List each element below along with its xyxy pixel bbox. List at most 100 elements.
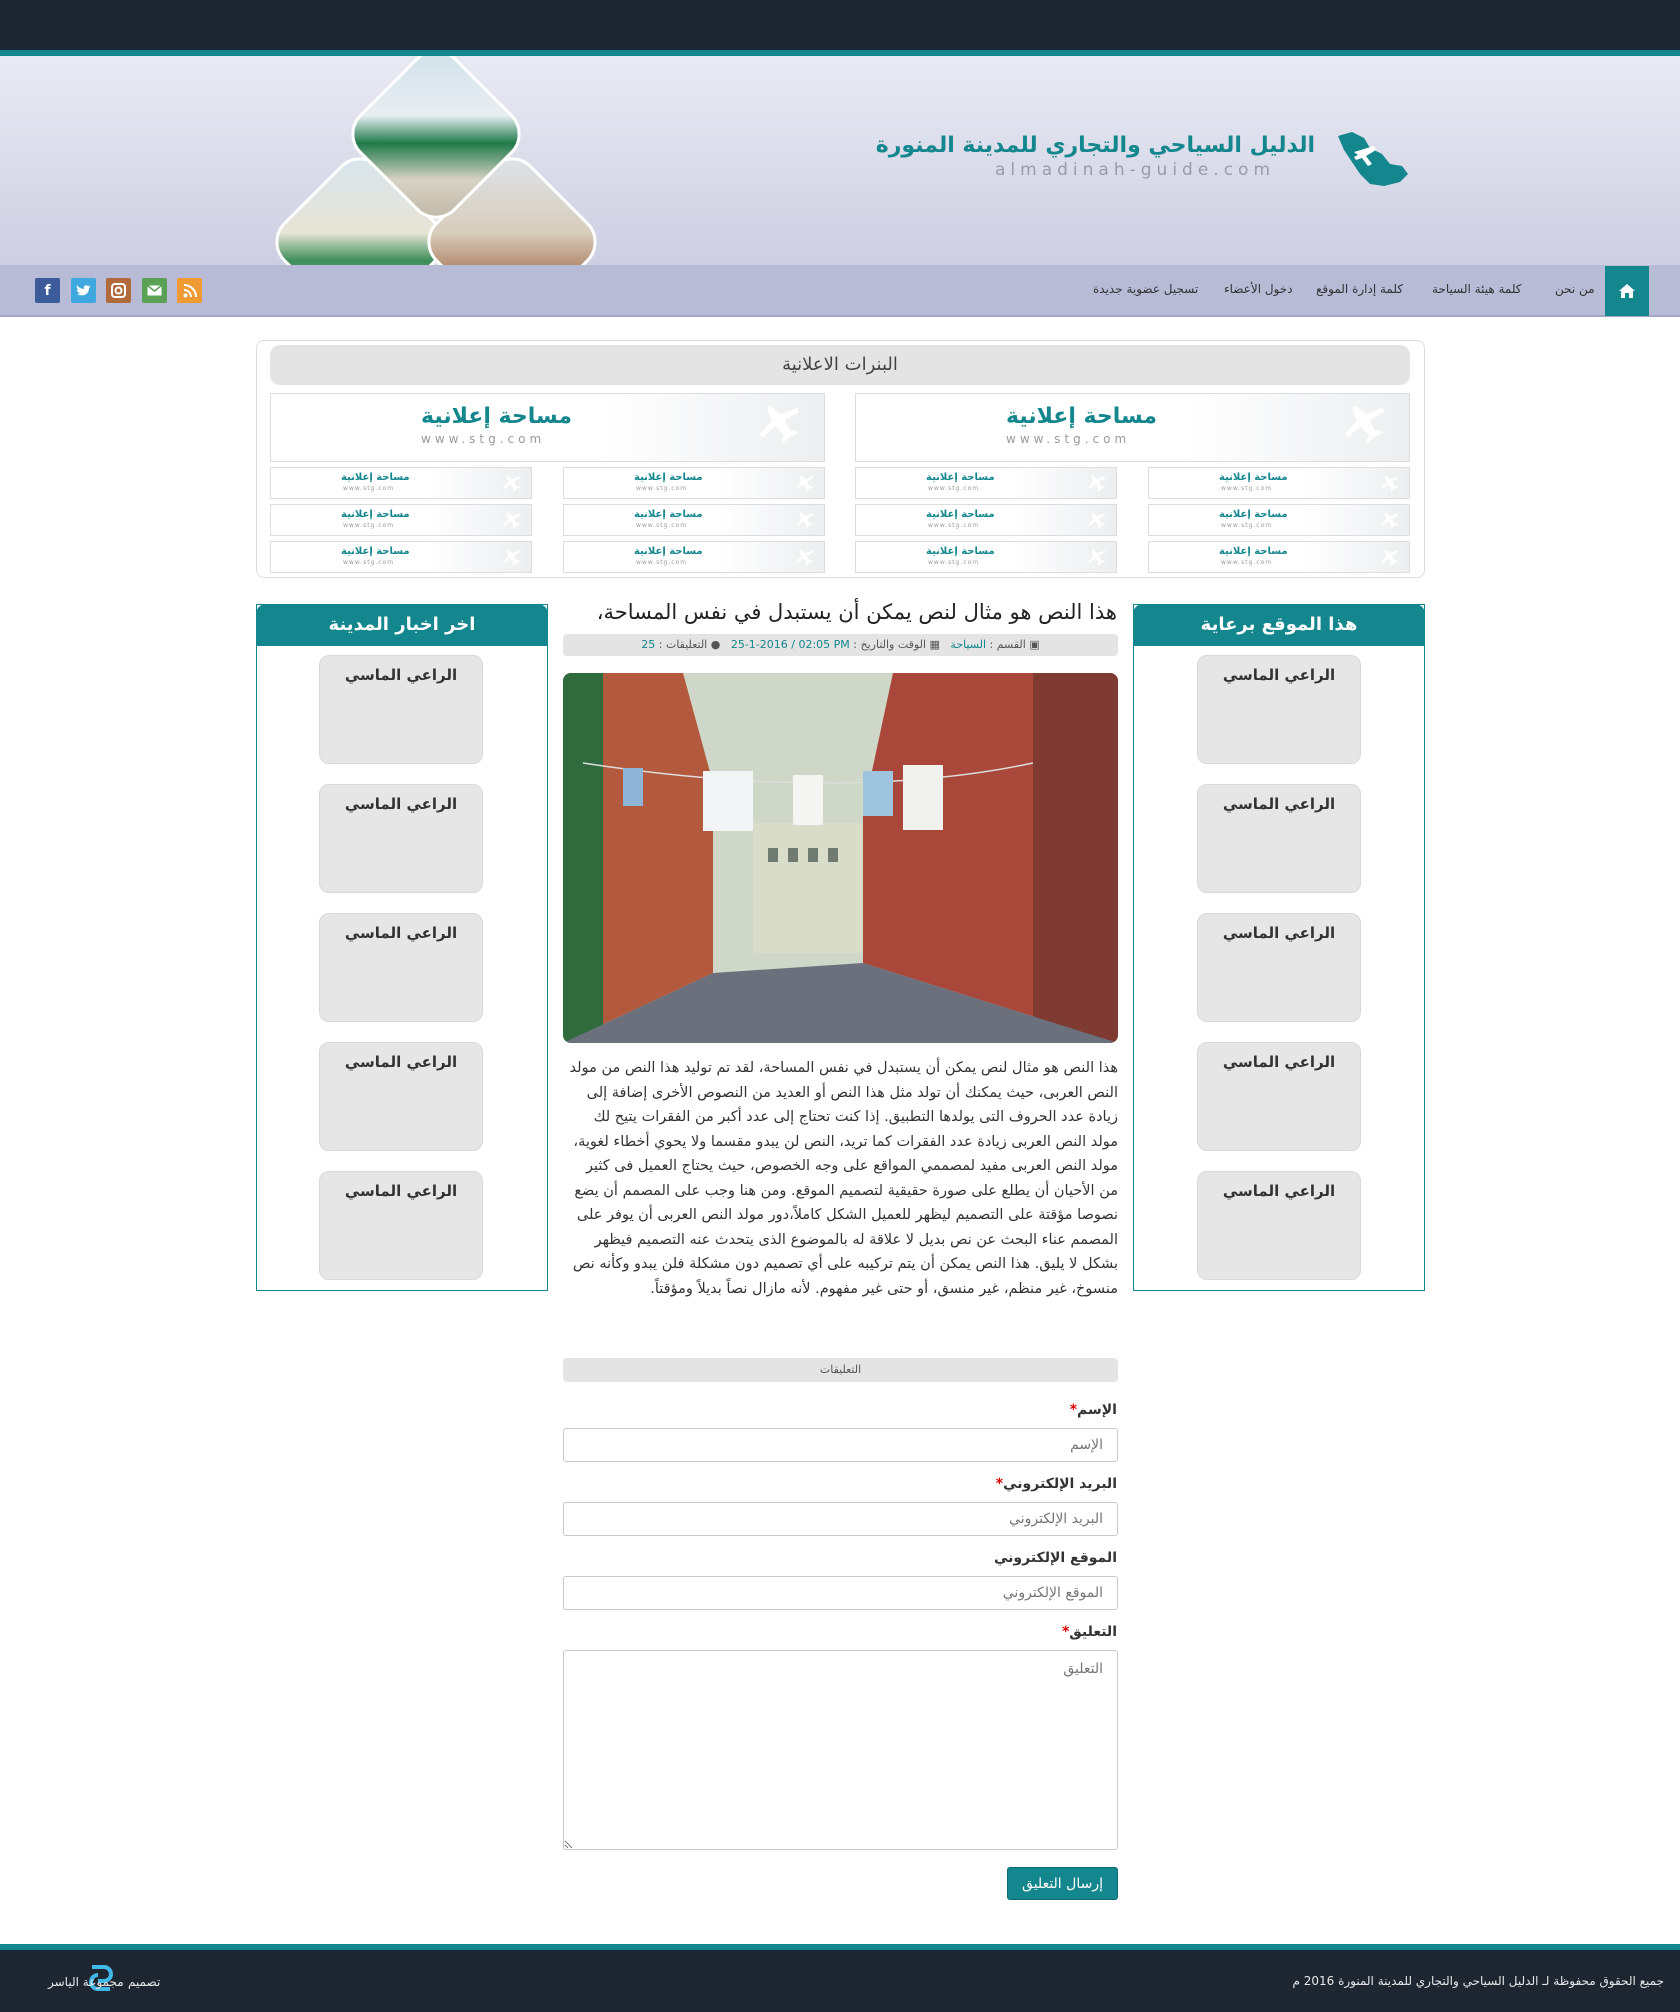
meta-category-value[interactable]: السياحة [950, 638, 986, 651]
ad-label: مساحة إعلانية [634, 472, 703, 483]
nav-home-button[interactable] [1605, 266, 1649, 316]
footer-designer-name[interactable]: مجموعة الياسر [48, 1975, 124, 1989]
sponsor-card[interactable]: الراعي الماسي [1197, 1042, 1361, 1151]
submit-comment-button[interactable]: إرسال التعليق [1007, 1867, 1118, 1900]
ad-banner[interactable]: مساحة إعلانية www.stg.com [270, 393, 825, 462]
sponsor-card-label: الراعي الماسي [1222, 666, 1336, 684]
nav-item-register[interactable]: تسجيل عضوية جديدة [1093, 282, 1198, 296]
plane-icon [796, 512, 814, 529]
sponsor-card-label: الراعي الماسي [1222, 924, 1336, 942]
ad-url: www.stg.com [1006, 432, 1131, 446]
facebook-icon[interactable]: f [35, 278, 60, 303]
nav-item-tourism-authority[interactable]: كلمة هيئة السياحة [1432, 282, 1522, 296]
ad-banner[interactable]: مساحة إعلانية www.stg.com [563, 467, 825, 499]
comments-section-title: التعليقات [563, 1358, 1118, 1382]
home-icon [1619, 284, 1635, 298]
required-mark: * [1069, 1402, 1078, 1418]
plane-icon [1381, 512, 1399, 529]
nav-item-members-login[interactable]: دخول الأعضاء [1224, 282, 1293, 296]
plane-icon [1088, 475, 1106, 492]
ad-banner[interactable]: مساحة إعلانية www.stg.com [855, 393, 1410, 462]
sponsor-card[interactable]: الراعي الماسي [1197, 1171, 1361, 1280]
article-image [563, 673, 1118, 1043]
website-label: الموقع الإلكتروني [994, 1550, 1117, 1566]
footer-design-label: تصميم [128, 1975, 161, 1989]
article-title: هذا النص هو مثال لنص يمكن أن يستبدل في ن… [596, 600, 1117, 624]
ad-banner[interactable]: مساحة إعلانية www.stg.com [1148, 467, 1410, 499]
ad-url: www.stg.com [928, 559, 980, 566]
news-card[interactable]: الراعي الماسي [319, 1171, 483, 1280]
website-input[interactable] [563, 1576, 1118, 1610]
nav-item-about[interactable]: من نحن [1555, 282, 1595, 296]
ad-label: مساحة إعلانية [634, 509, 703, 520]
sponsor-card[interactable]: الراعي الماسي [1197, 784, 1361, 893]
ad-banner[interactable]: مساحة إعلانية www.stg.com [855, 467, 1117, 499]
sponsor-card[interactable]: الراعي الماسي [1197, 655, 1361, 764]
ad-label: مساحة إعلانية [1219, 472, 1288, 483]
ad-url: www.stg.com [1221, 522, 1273, 529]
nav-item-site-admin[interactable]: كلمة إدارة الموقع [1316, 282, 1403, 296]
plane-icon [1381, 549, 1399, 566]
site-title[interactable]: الدليل السياحي والتجاري للمدينة المنورة [876, 133, 1315, 158]
saudi-map-logo-icon[interactable] [1330, 128, 1410, 190]
ad-banner[interactable]: مساحة إعلانية www.stg.com [1148, 504, 1410, 536]
meta-comments-label: التعليقات : [658, 638, 708, 651]
main-nav [0, 265, 1680, 317]
meta-comments-value: 25 [641, 638, 656, 651]
ad-banner[interactable]: مساحة إعلانية www.stg.com [270, 504, 532, 536]
ad-url: www.stg.com [343, 485, 395, 492]
ad-banner[interactable]: مساحة إعلانية www.stg.com [270, 467, 532, 499]
instagram-icon[interactable] [106, 278, 131, 303]
calendar-icon: ▦ [929, 638, 940, 651]
ad-label: مساحة إعلانية [1219, 509, 1288, 520]
news-card-label: الراعي الماسي [344, 1053, 458, 1071]
ad-banner[interactable]: مساحة إعلانية www.stg.com [855, 504, 1117, 536]
rss-icon[interactable] [177, 278, 202, 303]
email-icon[interactable] [142, 278, 167, 303]
email-label: البريد الإلكتروني* [996, 1476, 1117, 1492]
footer-copyright: جميع الحقوق محفوظة لـ الدليل السياحي وال… [1292, 1974, 1664, 1988]
ad-url: www.stg.com [928, 485, 980, 492]
ad-label: مساحة إعلانية [341, 546, 410, 557]
comment-icon: ● [710, 638, 721, 651]
plane-icon [759, 405, 800, 444]
plane-icon [796, 475, 814, 492]
email-input[interactable] [563, 1502, 1118, 1536]
ad-url: www.stg.com [343, 522, 395, 529]
meta-datetime-label: الوقت والتاريخ : [853, 638, 927, 651]
sponsor-card-label: الراعي الماسي [1222, 1182, 1336, 1200]
plane-icon [1088, 549, 1106, 566]
news-card[interactable]: الراعي الماسي [319, 1042, 483, 1151]
news-card[interactable]: الراعي الماسي [319, 913, 483, 1022]
ad-banner[interactable]: مساحة إعلانية www.stg.com [1148, 541, 1410, 573]
ads-section-title: البنرات الاعلانية [270, 345, 1410, 385]
ad-url: www.stg.com [636, 485, 688, 492]
site-header [0, 56, 1680, 265]
comment-label: التعليق* [1062, 1624, 1117, 1640]
plane-icon [503, 512, 521, 529]
ad-label: مساحة إعلانية [341, 472, 410, 483]
sponsor-card[interactable]: الراعي الماسي [1197, 913, 1361, 1022]
ad-banner[interactable]: مساحة إعلانية www.stg.com [855, 541, 1117, 573]
ad-banner[interactable]: مساحة إعلانية www.stg.com [270, 541, 532, 573]
comment-textarea[interactable] [563, 1650, 1118, 1850]
news-card-label: الراعي الماسي [344, 1182, 458, 1200]
news-card[interactable]: الراعي الماسي [319, 655, 483, 764]
header-collage-image [263, 56, 609, 265]
name-label: الإسم* [1070, 1402, 1117, 1418]
ad-banner[interactable]: مساحة إعلانية www.stg.com [563, 504, 825, 536]
ad-label: مساحة إعلانية [1006, 404, 1157, 429]
ad-url: www.stg.com [636, 559, 688, 566]
comment-label-text: التعليق [1069, 1624, 1117, 1640]
name-label-text: الإسم [1077, 1402, 1117, 1418]
ad-url: www.stg.com [1221, 485, 1273, 492]
top-bar [0, 0, 1680, 50]
ad-banner[interactable]: مساحة إعلانية www.stg.com [563, 541, 825, 573]
plane-icon [1381, 475, 1399, 492]
twitter-icon[interactable] [71, 278, 96, 303]
ad-url: www.stg.com [1221, 559, 1273, 566]
plane-icon [1344, 405, 1385, 444]
name-input[interactable] [563, 1428, 1118, 1462]
news-card[interactable]: الراعي الماسي [319, 784, 483, 893]
ad-label: مساحة إعلانية [341, 509, 410, 520]
